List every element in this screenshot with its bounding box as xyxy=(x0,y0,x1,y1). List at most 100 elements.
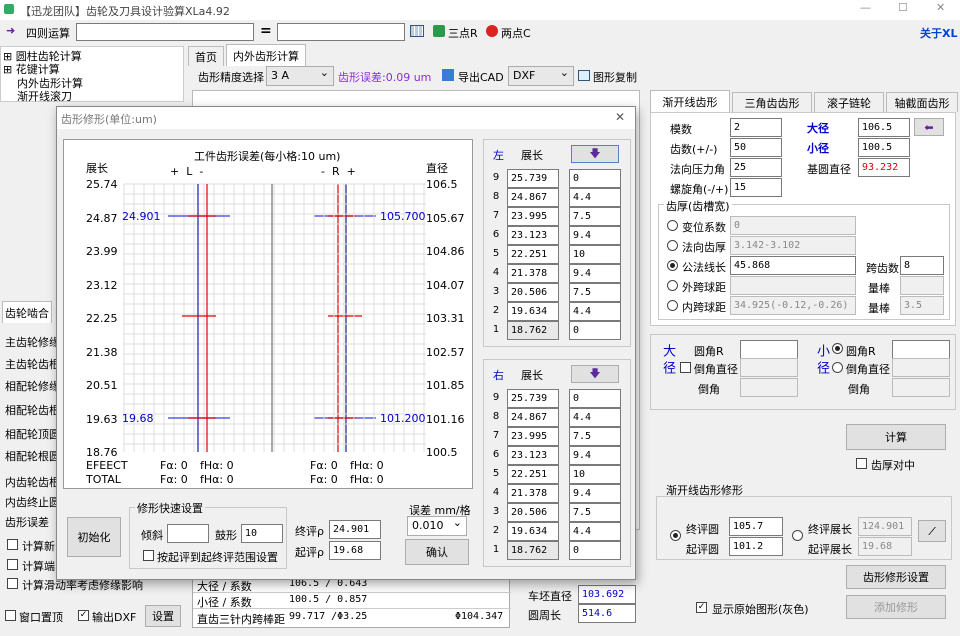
shift-coef-radio[interactable] xyxy=(667,220,678,231)
add-modify-button[interactable]: 添加修形 xyxy=(846,595,946,619)
length-field[interactable] xyxy=(507,302,559,321)
export-cad-button[interactable]: 导出CAD xyxy=(458,69,504,85)
init-button[interactable]: 初始化 xyxy=(67,517,121,557)
base-field[interactable] xyxy=(858,158,910,177)
minimize-icon[interactable]: — xyxy=(860,1,871,14)
length-field[interactable] xyxy=(507,264,559,283)
length-field[interactable] xyxy=(507,169,559,188)
tab-axial[interactable]: 轴截面齿形 xyxy=(886,92,958,112)
major-field[interactable] xyxy=(858,118,910,137)
settings-button[interactable]: 设置 xyxy=(145,605,181,627)
length-field[interactable] xyxy=(507,427,559,446)
inner-ball-radio[interactable] xyxy=(667,300,678,311)
export-cad-icon[interactable] xyxy=(442,69,454,81)
tab-gear-meshing[interactable]: 齿轮啮合 xyxy=(2,301,52,323)
modify-value-field[interactable] xyxy=(569,484,621,503)
eval-length-radio[interactable] xyxy=(792,530,803,541)
maximize-icon[interactable]: ☐ xyxy=(898,1,908,14)
circ-field[interactable] xyxy=(578,604,636,623)
length-field[interactable] xyxy=(507,522,559,541)
length-field[interactable] xyxy=(507,207,559,226)
table-icon[interactable] xyxy=(410,25,424,37)
eval-circle-radio[interactable] xyxy=(670,530,681,541)
length-field[interactable] xyxy=(507,541,559,560)
shift-coef-field[interactable] xyxy=(730,216,856,235)
span-teeth-field[interactable] xyxy=(900,256,944,275)
modify-value-field[interactable] xyxy=(569,541,621,560)
length-field[interactable] xyxy=(507,465,559,484)
length-field[interactable] xyxy=(507,408,559,427)
length-field[interactable] xyxy=(507,446,559,465)
tab-involute[interactable]: 渐开线齿形 xyxy=(650,90,730,112)
error-scale-select[interactable]: 0.010 xyxy=(407,516,467,536)
length-field[interactable] xyxy=(507,188,559,207)
modify-value-field[interactable] xyxy=(569,169,621,188)
length-field[interactable] xyxy=(507,389,559,408)
length-field[interactable] xyxy=(507,226,559,245)
span-length-field[interactable] xyxy=(730,256,856,275)
tree-item-hob[interactable]: 渐开线滚刀 xyxy=(17,88,72,104)
tab-home[interactable]: 首页 xyxy=(188,46,224,66)
slide-rate-checkbox[interactable] xyxy=(7,578,18,589)
modify-value-field[interactable] xyxy=(569,389,621,408)
copy-icon[interactable] xyxy=(578,70,590,81)
modify-value-field[interactable] xyxy=(569,245,621,264)
length-field[interactable] xyxy=(507,484,559,503)
compute-button[interactable]: 计算 xyxy=(846,424,946,450)
normal-thickness-radio[interactable] xyxy=(667,240,678,251)
drum-field[interactable] xyxy=(241,524,283,543)
modify-value-field[interactable] xyxy=(569,446,621,465)
close-icon[interactable]: ✕ xyxy=(936,1,945,14)
chamfer-field-l[interactable] xyxy=(740,378,798,397)
tab-roller-chain[interactable]: 滚子链轮 xyxy=(814,92,884,112)
dialog-close-icon[interactable]: ✕ xyxy=(615,110,625,124)
length-field[interactable] xyxy=(507,503,559,522)
chamfer-d-check-l[interactable] xyxy=(680,362,691,373)
profile-modify-setup-button[interactable]: 齿形修形设置 xyxy=(846,565,946,589)
helix-field[interactable] xyxy=(730,178,782,197)
modify-value-field[interactable] xyxy=(569,321,621,340)
modify-value-field[interactable] xyxy=(569,427,621,446)
three-point-label[interactable]: 三点R xyxy=(448,25,478,41)
eval-length-field[interactable] xyxy=(858,517,912,536)
end-eval-field[interactable] xyxy=(329,520,381,539)
copy-button[interactable]: 图形复制 xyxy=(593,69,637,85)
tab-profile[interactable]: 内外齿形计算 xyxy=(226,44,306,66)
corner-r-radio-r[interactable] xyxy=(832,343,843,354)
modify-value-field[interactable] xyxy=(569,264,621,283)
calc-end-checkbox[interactable] xyxy=(7,559,18,570)
by-range-checkbox[interactable] xyxy=(143,550,154,561)
about-link[interactable]: 关于XL xyxy=(920,25,958,41)
show-original-checkbox[interactable]: ✓ xyxy=(696,602,707,613)
modify-value-field[interactable] xyxy=(569,408,621,427)
chamfer-d-radio-r[interactable] xyxy=(832,362,843,373)
eval-circle-field[interactable] xyxy=(729,517,783,536)
modify-value-field[interactable] xyxy=(569,283,621,302)
modify-value-field[interactable] xyxy=(569,226,621,245)
outer-ball-radio[interactable] xyxy=(667,280,678,291)
minor-field[interactable] xyxy=(858,138,910,157)
slope-field[interactable] xyxy=(167,524,209,543)
thickness-center-checkbox[interactable] xyxy=(856,458,867,469)
chamfer-d-field-r[interactable] xyxy=(892,358,950,377)
right-down-button[interactable]: 🡇 xyxy=(571,365,619,383)
outer-ball-field[interactable] xyxy=(730,276,856,295)
curve-tool-button[interactable]: ⁄ xyxy=(918,520,946,542)
start-eval-field[interactable] xyxy=(329,541,381,560)
output-dxf-checkbox[interactable]: ✓ xyxy=(78,610,89,621)
length-field[interactable] xyxy=(507,283,559,302)
modulus-field[interactable] xyxy=(730,118,782,137)
length-field[interactable] xyxy=(507,245,559,264)
format-select[interactable]: DXF xyxy=(508,66,574,86)
ball-field-2[interactable] xyxy=(900,296,944,315)
chamfer-d-field-l[interactable] xyxy=(740,358,798,377)
modify-value-field[interactable] xyxy=(569,503,621,522)
corner-r-field-l[interactable] xyxy=(740,340,798,359)
chamfer-field-r[interactable] xyxy=(892,378,950,397)
start-length-field[interactable] xyxy=(858,537,912,556)
ball-field-1[interactable] xyxy=(900,276,944,295)
modify-value-field[interactable] xyxy=(569,188,621,207)
modify-value-field[interactable] xyxy=(569,207,621,226)
inner-ball-field[interactable] xyxy=(730,296,856,315)
calc-new-checkbox[interactable] xyxy=(7,539,18,550)
